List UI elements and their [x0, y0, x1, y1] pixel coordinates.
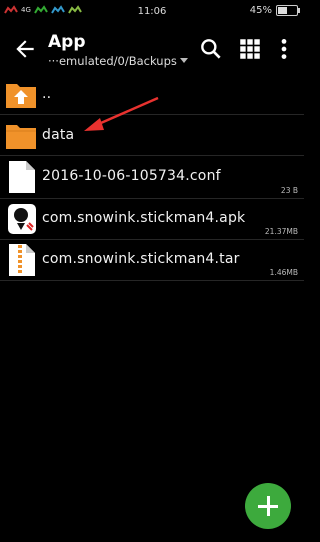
list-item-parent[interactable]: ..: [0, 74, 304, 115]
file-icon: [9, 161, 35, 193]
chevron-down-icon[interactable]: [180, 58, 188, 63]
list-item-file[interactable]: com.snowink.stickman4.tar 1.46MB: [0, 240, 304, 281]
list-item-label: ..: [42, 86, 52, 102]
add-button[interactable]: [245, 483, 291, 529]
page-title: App: [48, 32, 86, 52]
list-item-label: com.snowink.stickman4.apk: [42, 210, 246, 226]
grid-view-icon[interactable]: [237, 36, 263, 62]
file-list: .. data 2016-10-06-105734.conf 23 B com.…: [0, 74, 304, 281]
battery-percent: 45%: [249, 5, 272, 16]
app-toolbar: App ···emulated/0/Backups: [0, 24, 304, 74]
search-icon[interactable]: [198, 36, 224, 62]
file-size: 23 B: [280, 186, 298, 195]
path-dropdown[interactable]: ···emulated/0/Backups: [48, 54, 188, 68]
apk-icon: [8, 204, 36, 234]
more-options-icon[interactable]: [271, 36, 297, 62]
folder-icon: [6, 125, 36, 149]
list-item-file[interactable]: 2016-10-06-105734.conf 23 B: [0, 156, 304, 199]
list-item-file[interactable]: com.snowink.stickman4.apk 21.37MB: [0, 199, 304, 240]
list-item-label: 2016-10-06-105734.conf: [42, 168, 221, 184]
list-item-label: data: [42, 127, 75, 143]
list-item-label: com.snowink.stickman4.tar: [42, 251, 240, 267]
list-item-folder[interactable]: data: [0, 115, 304, 156]
status-bar: 4G 11:06 45%: [0, 0, 304, 24]
back-arrow-icon[interactable]: [12, 36, 38, 62]
folder-up-icon: [6, 84, 36, 108]
battery-icon: [276, 5, 300, 16]
file-size: 21.37MB: [264, 227, 298, 236]
file-size: 1.46MB: [269, 268, 298, 277]
archive-icon: [9, 244, 35, 276]
